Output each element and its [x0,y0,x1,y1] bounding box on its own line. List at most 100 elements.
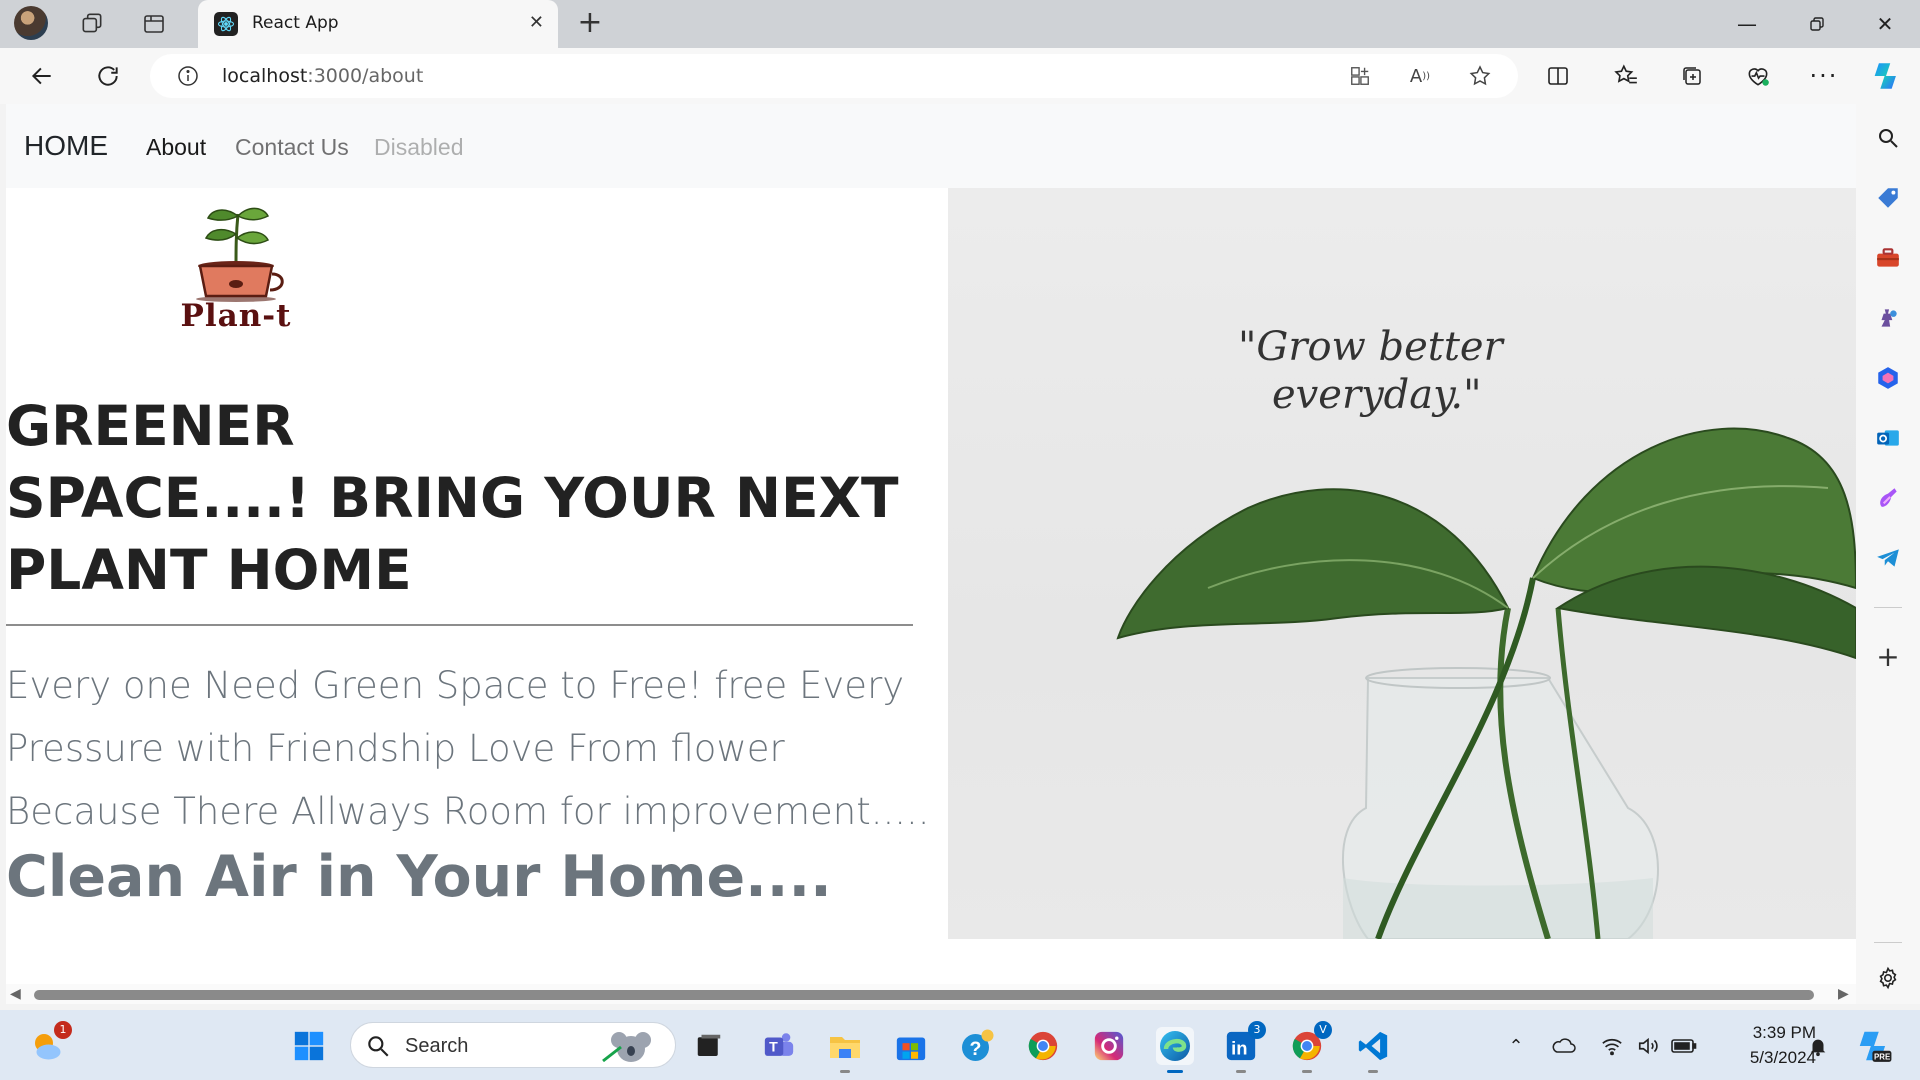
scrollbar-thumb[interactable] [34,990,1814,1000]
favorite-star-icon[interactable] [1468,64,1492,88]
clock-time: 3:39 PM [1752,1023,1816,1042]
windows-taskbar: 1 Search T ? in 3 V ⌃ 3:39 PM 5/3/2024 P… [0,1010,1920,1080]
edge-icon[interactable] [1156,1027,1194,1073]
profile-avatar[interactable] [14,6,48,40]
chrome-profile-badge: V [1314,1021,1332,1039]
lead-line: Pressure with Friendship Love From flowe… [6,727,785,770]
headline-line: GREENER [6,394,295,458]
collections-icon[interactable] [1672,56,1712,96]
lead-line: Every one Need Green Space to Free! free… [6,664,905,707]
browser-toolbar: localhost:3000/about A)) ··· [0,48,1920,104]
teams-icon[interactable]: T [760,1027,798,1065]
running-indicator [840,1070,850,1073]
windows-start-icon[interactable] [290,1027,328,1065]
subheading: Clean Air in Your Home.... [6,844,832,910]
divider [6,624,913,626]
toolbox-icon[interactable] [1872,242,1904,274]
hero-headline: GREENER SPACE....! BRING YOUR NEXT PLANT… [6,390,906,606]
minimize-icon[interactable]: — [1724,6,1770,42]
tab-strip: React App ✕ + — ✕ [0,0,1920,48]
close-window-icon[interactable]: ✕ [1862,6,1908,42]
instagram-icon[interactable] [1090,1027,1128,1065]
svg-text:T: T [769,1040,778,1056]
svg-text:?: ? [970,1038,982,1060]
volume-icon[interactable] [1634,1032,1662,1060]
favorites-icon[interactable] [1606,56,1646,96]
browser-essentials-icon[interactable] [1738,56,1778,96]
linkedin-icon[interactable]: in 3 [1222,1021,1266,1073]
scroll-left-icon[interactable]: ◀ [10,986,21,1002]
games-icon[interactable] [1872,302,1904,334]
vscode-icon[interactable] [1354,1027,1392,1073]
onedrive-icon[interactable] [1550,1032,1578,1060]
koala-icon [602,1032,651,1063]
outlook-icon[interactable] [1872,422,1904,454]
headline-line: SPACE....! BRING YOUR NEXT [6,466,899,530]
settings-icon[interactable] [1872,962,1904,994]
nav-link-about[interactable]: About [146,134,206,161]
telegram-icon[interactable] [1872,542,1904,574]
tab-title: React App [252,13,339,33]
battery-icon[interactable] [1670,1032,1698,1060]
copilot-icon[interactable] [1866,56,1906,96]
restore-icon[interactable] [1794,6,1840,42]
wifi-icon[interactable] [1598,1032,1626,1060]
logo-text: Plan-t [180,298,292,334]
read-aloud-icon[interactable]: A)) [1408,64,1432,88]
more-options-icon[interactable]: ··· [1804,56,1844,96]
add-icon[interactable]: + [1872,640,1904,673]
microsoft-store-icon[interactable] [892,1027,930,1065]
tab-close-icon[interactable]: ✕ [529,12,544,33]
file-explorer-icon[interactable] [826,1027,864,1073]
taskbar-search-box[interactable]: Search [350,1022,676,1068]
scroll-right-icon[interactable]: ▶ [1838,986,1849,1002]
tab-actions-icon[interactable] [136,6,172,42]
address-bar[interactable]: localhost:3000/about A)) [150,54,1518,98]
clock-date: 5/3/2024 [1749,1048,1816,1067]
taskbar-search-label: Search [405,1035,469,1057]
page-viewport: HOME About Contact Us Disabled Plan-t GR… [6,104,1856,1004]
nav-link-disabled: Disabled [374,134,464,160]
weather-icon[interactable]: 1 [28,1021,72,1065]
svg-text:PRE: PRE [1874,1052,1890,1061]
notifications-bell-icon[interactable] [1804,1032,1832,1060]
split-screen-icon[interactable] [1538,56,1578,96]
app-available-icon[interactable] [1348,64,1372,88]
workspaces-icon[interactable] [74,6,110,42]
tab-react-app[interactable]: React App ✕ [198,0,558,48]
nav-brand-home[interactable]: HOME [24,130,108,162]
plan-t-logo: Plan-t [156,204,316,334]
copilot-preview-icon[interactable]: PRE [1854,1026,1894,1066]
lead-paragraph: Every one Need Green Space to Free! free… [6,654,936,843]
tag-icon[interactable] [1872,182,1904,214]
svg-text:in: in [1231,1038,1247,1059]
task-view-icon[interactable] [690,1027,728,1065]
nav-link-contact-us[interactable]: Contact Us [235,134,349,161]
lead-line: Because There Allways Room for improveme… [6,790,930,833]
designer-icon[interactable] [1872,482,1904,514]
linkedin-badge: 3 [1248,1021,1266,1039]
running-indicator [1236,1070,1246,1073]
running-indicator [1368,1070,1378,1073]
sidebar-divider [1874,607,1902,608]
site-navbar: HOME About Contact Us Disabled [6,104,1856,188]
active-indicator [1167,1070,1183,1073]
new-tab-button[interactable]: + [572,6,608,42]
show-hidden-icons[interactable]: ⌃ [1502,1032,1530,1060]
chrome-icon[interactable] [1024,1027,1062,1065]
horizontal-scrollbar[interactable]: ◀ ▶ [6,984,1856,1004]
sidebar-divider [1874,942,1902,943]
back-icon[interactable] [22,56,62,96]
url-path: :3000/about [307,65,424,87]
info-icon[interactable] [176,64,200,88]
edge-sidebar: + [1856,104,1920,1004]
get-help-icon[interactable]: ? [958,1027,996,1065]
search-icon[interactable] [1872,122,1904,154]
react-icon [214,12,238,36]
microsoft365-icon[interactable] [1872,362,1904,394]
url-text[interactable]: localhost:3000/about [222,65,423,87]
system-clock[interactable]: 3:39 PM 5/3/2024 [1720,1020,1816,1070]
refresh-icon[interactable] [88,56,128,96]
chrome-profile-icon[interactable]: V [1288,1021,1332,1073]
running-indicator [1302,1070,1312,1073]
